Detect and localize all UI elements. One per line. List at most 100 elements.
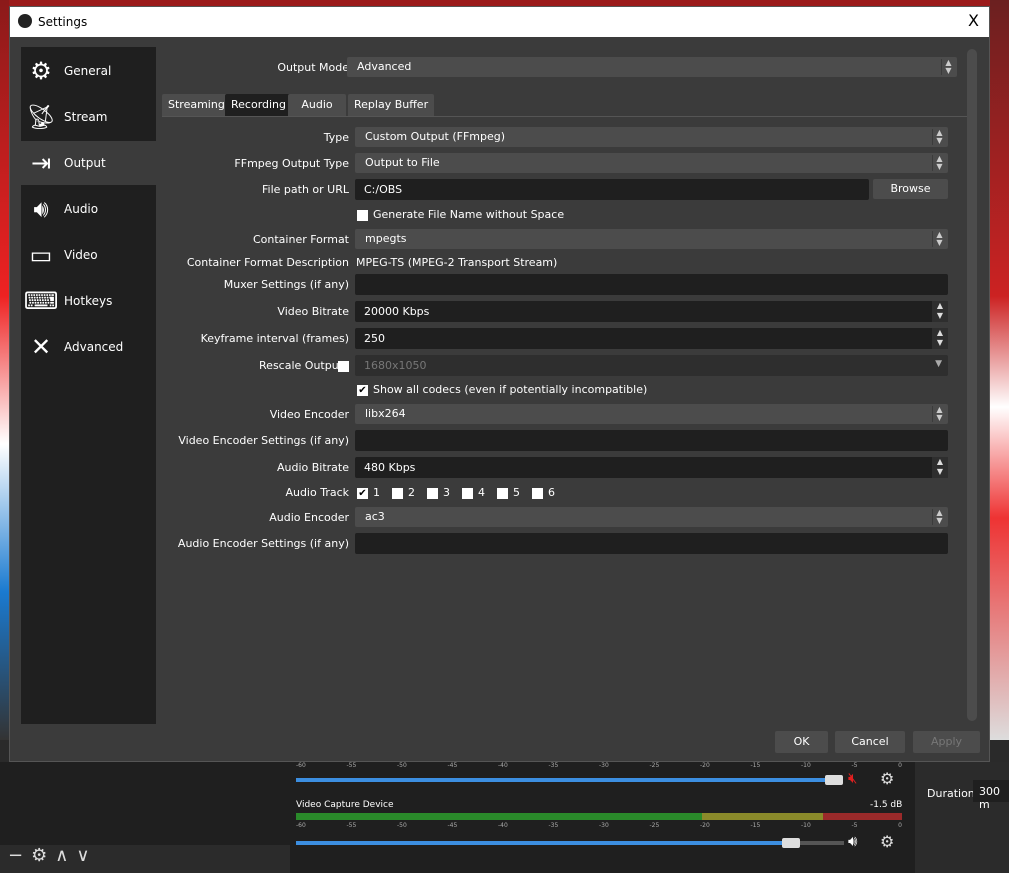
tab-recording[interactable]: Recording — [225, 94, 293, 116]
updown-icon: ▲ ▼ — [932, 231, 946, 247]
meter-tick-label: -25 — [649, 822, 660, 829]
sidebar-item-advanced[interactable]: ✕ Advanced — [21, 325, 156, 369]
meter-tick-label: -55 — [346, 822, 357, 829]
gear-icon[interactable]: ⚙ — [31, 845, 55, 866]
settings-sidebar: ⚙ General 📡︎ Stream ⇥ Output 🔊︎ Audio ▭ Video… — [21, 47, 156, 724]
type-label: Type — [323, 131, 349, 144]
spin-arrows-icon[interactable]: ▲ ▼ — [932, 328, 948, 349]
ok-button[interactable]: OK — [775, 731, 828, 753]
tab-replay-buffer[interactable]: Replay Buffer — [348, 94, 435, 116]
type-select[interactable]: Custom Output (FFmpeg) ▲ ▼ — [355, 127, 948, 147]
spin-arrows-icon[interactable]: ▲ ▼ — [932, 457, 948, 478]
track-4-checkbox[interactable]: 4 — [462, 486, 485, 499]
meter-tick-label: -50 — [397, 762, 407, 769]
meter-tick-label: -15 — [750, 762, 761, 769]
meter-tick-label: 0 — [898, 822, 902, 829]
checkbox-label: Show all codecs (even if potentially inc… — [373, 383, 648, 396]
muxer-input[interactable] — [355, 274, 948, 295]
remove-icon[interactable]: − — [8, 845, 31, 866]
file-path-label: File path or URL — [262, 183, 349, 196]
track-label: 4 — [478, 486, 485, 499]
speaker-icon[interactable]: 🔊︎ — [848, 832, 857, 850]
tab-audio[interactable]: Audio — [288, 94, 346, 116]
sidebar-item-label: Output — [64, 156, 106, 170]
audio-track-checkboxes: ✔ 1 2 3 4 5 6 — [357, 486, 555, 499]
title-bar: Settings X — [10, 7, 989, 37]
ffmpeg-type-select[interactable]: Output to File ▲ ▼ — [355, 153, 948, 173]
output-mode-label: Output Mode — [277, 61, 349, 74]
sidebar-item-video[interactable]: ▭ Video — [21, 233, 156, 277]
slider-handle[interactable] — [825, 775, 843, 785]
meter-tick-label: -45 — [447, 822, 458, 829]
track-3-checkbox[interactable]: 3 — [427, 486, 450, 499]
video-enc-settings-label: Video Encoder Settings (if any) — [178, 434, 349, 447]
tab-streaming[interactable]: Streaming — [162, 94, 231, 116]
muted-speaker-icon[interactable]: 🔇︎ — [848, 769, 857, 787]
video-enc-settings-input[interactable] — [355, 430, 948, 451]
generate-file-name-checkbox[interactable]: Generate File Name without Space — [357, 208, 564, 221]
track-5-checkbox[interactable]: 5 — [497, 486, 520, 499]
gear-icon[interactable]: ⚙ — [880, 832, 894, 851]
file-path-input[interactable]: C:/OBS — [355, 179, 869, 200]
spin-value: 250 — [364, 332, 385, 345]
output-mode-select[interactable]: Advanced ▲ ▼ — [347, 57, 957, 77]
select-value: ac3 — [365, 510, 385, 523]
scrollbar[interactable] — [967, 49, 977, 721]
meter-ticks: -60 -55 -50 -45 -40 -35 -30 -25 -20 -15 -10 -5 0 — [296, 762, 902, 772]
meter-tick-label: -25 — [649, 762, 660, 769]
checkbox-box — [497, 487, 508, 499]
duration-input[interactable]: 300 m — [973, 780, 1009, 811]
audio-encoder-label: Audio Encoder — [269, 511, 349, 524]
updown-icon: ▲ ▼ — [941, 59, 955, 75]
updown-icon: ▲ ▼ — [932, 406, 946, 422]
speaker-icon: 🔊︎ — [33, 195, 49, 223]
audio-bitrate-spinbox[interactable]: 480 Kbps ▲ ▼ — [355, 457, 948, 478]
track-2-checkbox[interactable]: 2 — [392, 486, 415, 499]
show-codecs-checkbox[interactable]: ✔ Show all codecs (even if potentially in… — [357, 383, 647, 396]
volume-slider-2[interactable] — [296, 841, 844, 845]
video-encoder-select[interactable]: libx264 ▲ ▼ — [355, 404, 948, 424]
sidebar-item-hotkeys[interactable]: ⌨ Hotkeys — [21, 279, 156, 323]
meter-tick-label: -10 — [801, 822, 811, 829]
sidebar-item-output[interactable]: ⇥ Output — [21, 141, 156, 185]
apply-button[interactable]: Apply — [913, 731, 980, 753]
video-bitrate-spinbox[interactable]: 20000 Kbps ▲ ▼ — [355, 301, 948, 322]
container-format-select[interactable]: mpegts ▲ ▼ — [355, 229, 948, 249]
monitor-icon: ▭ — [29, 241, 53, 269]
meter-tick-label: -55 — [346, 762, 357, 769]
sidebar-item-label: General — [64, 64, 112, 78]
background-right — [990, 0, 1009, 740]
sidebar-item-stream[interactable]: 📡︎ Stream — [21, 95, 156, 139]
checkbox-box — [462, 487, 473, 499]
down-icon[interactable]: ∨ — [76, 845, 97, 866]
chevron-down-icon: ▼ — [935, 359, 942, 369]
spin-arrows-icon[interactable]: ▲ ▼ — [932, 301, 948, 322]
close-button[interactable]: X — [968, 11, 979, 30]
gear-icon[interactable]: ⚙ — [880, 769, 894, 788]
sidebar-item-label: Stream — [64, 110, 108, 124]
transition-panel: Duration 300 m — [915, 762, 1009, 873]
cancel-button[interactable]: Cancel — [835, 731, 905, 753]
checkbox-box: ✔ — [357, 384, 368, 396]
slider-handle[interactable] — [782, 838, 800, 848]
up-icon[interactable]: ∧ — [55, 845, 76, 866]
updown-icon: ▲ ▼ — [932, 509, 946, 525]
keyframe-spinbox[interactable]: 250 ▲ ▼ — [355, 328, 948, 349]
audio-enc-settings-input[interactable] — [355, 533, 948, 554]
container-format-label: Container Format — [252, 233, 349, 246]
checkbox-box: ✔ — [357, 487, 368, 499]
spin-value: 480 Kbps — [364, 461, 416, 474]
rescale-checkbox[interactable] — [338, 359, 354, 372]
volume-slider-1[interactable] — [296, 778, 834, 782]
sidebar-item-audio[interactable]: 🔊︎ Audio — [21, 187, 156, 231]
track-6-checkbox[interactable]: 6 — [532, 486, 555, 499]
tools-icon: ✕ — [30, 333, 52, 361]
checkbox-box — [392, 487, 403, 499]
updown-icon: ▲ ▼ — [932, 129, 946, 145]
sources-toolbar: −⚙∧∨ — [0, 845, 290, 873]
sidebar-item-general[interactable]: ⚙ General — [21, 49, 156, 93]
track-1-checkbox[interactable]: ✔ 1 — [357, 486, 380, 499]
browse-button[interactable]: Browse — [873, 179, 948, 199]
audio-encoder-select[interactable]: ac3 ▲ ▼ — [355, 507, 948, 527]
meter-tick-label: -20 — [700, 822, 710, 829]
